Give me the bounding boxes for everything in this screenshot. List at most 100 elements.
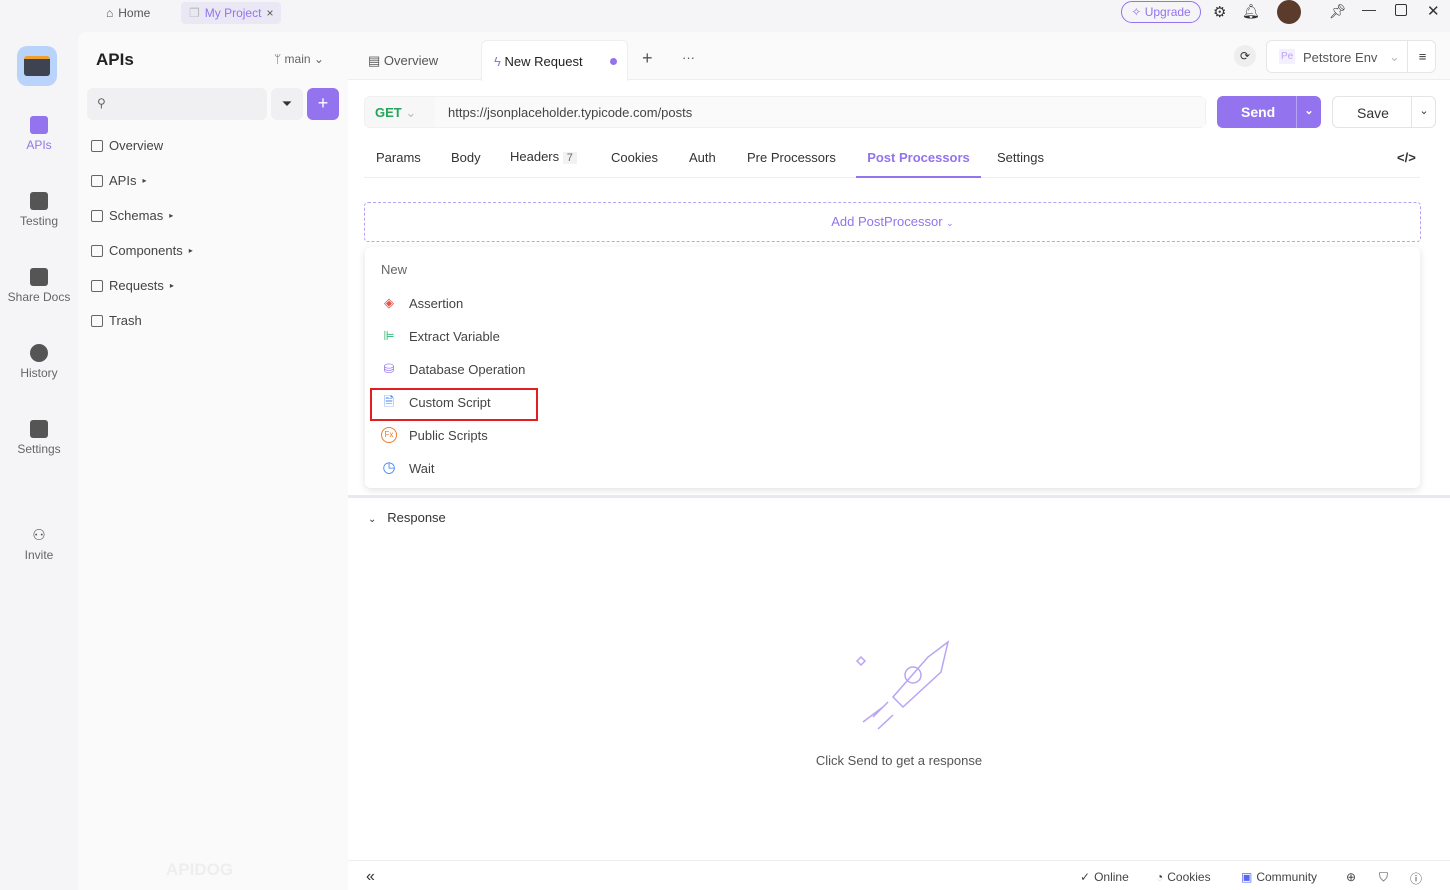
- url-bar: GET ⌄ https://jsonplaceholder.typicode.c…: [364, 96, 1206, 128]
- help-icon[interactable]: ⓘ: [1410, 870, 1422, 887]
- plus-icon: +: [317, 93, 329, 113]
- menu-item-database-operation[interactable]: ⛁ Database Operation: [381, 361, 526, 377]
- online-status[interactable]: ✓ Online: [1080, 870, 1129, 884]
- gear-icon[interactable]: ⚙: [1213, 3, 1226, 21]
- check-circle-icon: ✓: [1080, 870, 1091, 884]
- environment-selector[interactable]: Pe Petstore Env ⌄ ≡: [1266, 40, 1436, 73]
- sidebar-item-overview[interactable]: Overview: [91, 138, 163, 153]
- database-icon: ⛁: [383, 361, 395, 376]
- rail-label: APIs: [26, 138, 52, 152]
- subtab-cookies[interactable]: Cookies: [611, 150, 658, 165]
- send-button[interactable]: Send ⌄: [1217, 96, 1321, 128]
- sidebar-item-apis[interactable]: APIs ▸: [91, 173, 146, 188]
- tab-label: Overview: [383, 53, 439, 68]
- lightning-icon: ϟ: [494, 54, 501, 69]
- sparkle-icon: ✧: [1131, 5, 1142, 19]
- extract-variable-icon: ⊫: [383, 328, 395, 343]
- tab-overview[interactable]: ▤ Overview: [368, 53, 438, 69]
- overview-icon: ▤: [368, 53, 381, 68]
- rail-settings[interactable]: Settings: [0, 420, 78, 456]
- tab-label: New Request: [504, 54, 583, 69]
- rail-share-docs[interactable]: Share Docs: [0, 268, 78, 304]
- menu-item-wait[interactable]: ◷ Wait: [381, 459, 434, 476]
- history-icon: [30, 344, 48, 362]
- main-panel: ▤ Overview ϟ New Request + ··· ⟳ Pe Pets…: [348, 32, 1450, 890]
- maximize-icon[interactable]: [1395, 4, 1407, 16]
- sidebar-item-components[interactable]: Components ▸: [91, 243, 193, 258]
- rail-apis[interactable]: APIs: [0, 116, 78, 152]
- search-input[interactable]: ⚲: [87, 88, 267, 120]
- cookie-icon: ◔: [1156, 870, 1164, 884]
- footer-label: Community: [1256, 870, 1318, 884]
- upgrade-button[interactable]: ✧ Upgrade: [1121, 1, 1201, 23]
- menu-item-public-scripts[interactable]: Fx Public Scripts: [381, 427, 488, 443]
- upload-icon[interactable]: ⊕: [1346, 870, 1356, 884]
- rail-invite[interactable]: ⚇ Invite: [0, 526, 78, 562]
- clock-icon: ◷: [382, 459, 396, 476]
- response-toggle[interactable]: ⌄ Response: [368, 510, 446, 525]
- overview-icon: [91, 139, 103, 152]
- menu-item-extract-variable[interactable]: ⊫ Extract Variable: [381, 328, 500, 344]
- home-label: Home: [118, 6, 151, 20]
- home-tab[interactable]: ⌂ Home: [98, 2, 158, 24]
- menu-item-label: Assertion: [409, 295, 464, 311]
- url-input[interactable]: https://jsonplaceholder.typicode.com/pos…: [435, 97, 1205, 127]
- caret-icon: ▸: [142, 176, 147, 185]
- sidebar-item-trash[interactable]: Trash: [91, 313, 142, 328]
- method-select[interactable]: GET ⌄: [375, 105, 416, 121]
- branch-selector[interactable]: ᛘ main ⌄: [274, 52, 324, 66]
- filter-button[interactable]: ⏷: [271, 88, 303, 120]
- nav-rail: APIs Testing Share Docs History Settings…: [0, 26, 78, 890]
- community-button[interactable]: ▣ Community: [1241, 870, 1317, 884]
- menu-item-label: Extract Variable: [409, 328, 500, 344]
- add-button[interactable]: +: [307, 88, 339, 120]
- filter-icon: ⏷: [281, 96, 293, 111]
- rail-history[interactable]: History: [0, 344, 78, 380]
- project-tab[interactable]: ❐ My Project ×: [181, 2, 282, 24]
- tab-new-request[interactable]: ϟ New Request: [481, 40, 628, 81]
- rail-label: Share Docs: [7, 290, 71, 304]
- subtab-body[interactable]: Body: [451, 150, 481, 165]
- bell-icon[interactable]: 🔔︎: [1242, 3, 1260, 20]
- menu-item-assertion[interactable]: ◈ Assertion: [381, 295, 463, 311]
- new-tab-icon[interactable]: +: [642, 48, 653, 69]
- more-icon[interactable]: ···: [682, 50, 695, 65]
- subtab-post-processors[interactable]: Post Processors: [856, 150, 981, 178]
- subtab-params[interactable]: Params: [376, 150, 421, 165]
- panel-splitter[interactable]: [348, 495, 1450, 498]
- subtab-pre-processors[interactable]: Pre Processors: [747, 150, 836, 165]
- assertion-icon: ◈: [384, 295, 394, 310]
- footer-label: Cookies: [1167, 870, 1211, 884]
- pin-icon[interactable]: 📌︎: [1329, 3, 1347, 20]
- save-options-icon[interactable]: ⌄: [1411, 97, 1436, 127]
- send-options-icon[interactable]: ⌄: [1296, 96, 1321, 128]
- fx-icon: Fx: [381, 427, 397, 443]
- sidebar-item-label: APIs: [109, 173, 137, 188]
- sidebar-item-schemas[interactable]: Schemas ▸: [91, 208, 173, 223]
- save-button[interactable]: Save ⌄: [1332, 96, 1436, 128]
- collapse-sidebar-icon[interactable]: «: [366, 868, 375, 886]
- shirt-icon[interactable]: ⛉: [1379, 870, 1388, 885]
- subtab-auth[interactable]: Auth: [689, 150, 716, 165]
- refresh-icon[interactable]: ⟳: [1234, 45, 1256, 67]
- close-window-icon[interactable]: ✕: [1427, 2, 1440, 20]
- send-label: Send: [1241, 104, 1276, 120]
- menu-icon[interactable]: ≡: [1407, 41, 1437, 72]
- trash-icon: [91, 314, 103, 327]
- add-postprocessor-button[interactable]: Add PostProcessor ⌄: [364, 202, 1421, 242]
- branch-icon: ᛘ: [274, 52, 282, 66]
- cookies-button[interactable]: ◔ Cookies: [1156, 870, 1211, 884]
- sidebar-item-label: Components: [109, 243, 183, 258]
- menu-item-label: Database Operation: [409, 361, 526, 377]
- minimize-icon[interactable]: —: [1362, 1, 1376, 17]
- close-icon[interactable]: ×: [266, 6, 273, 20]
- rail-testing[interactable]: Testing: [0, 192, 78, 228]
- code-icon[interactable]: </>: [1397, 150, 1416, 165]
- sidebar-item-requests[interactable]: Requests ▸: [91, 278, 174, 293]
- project-label: My Project: [204, 6, 262, 20]
- subtab-settings[interactable]: Settings: [997, 150, 1044, 165]
- subtab-label: Headers: [510, 149, 560, 164]
- rail-label: Invite: [24, 548, 54, 562]
- avatar[interactable]: [1277, 0, 1301, 24]
- subtab-headers[interactable]: Headers 7: [510, 149, 577, 164]
